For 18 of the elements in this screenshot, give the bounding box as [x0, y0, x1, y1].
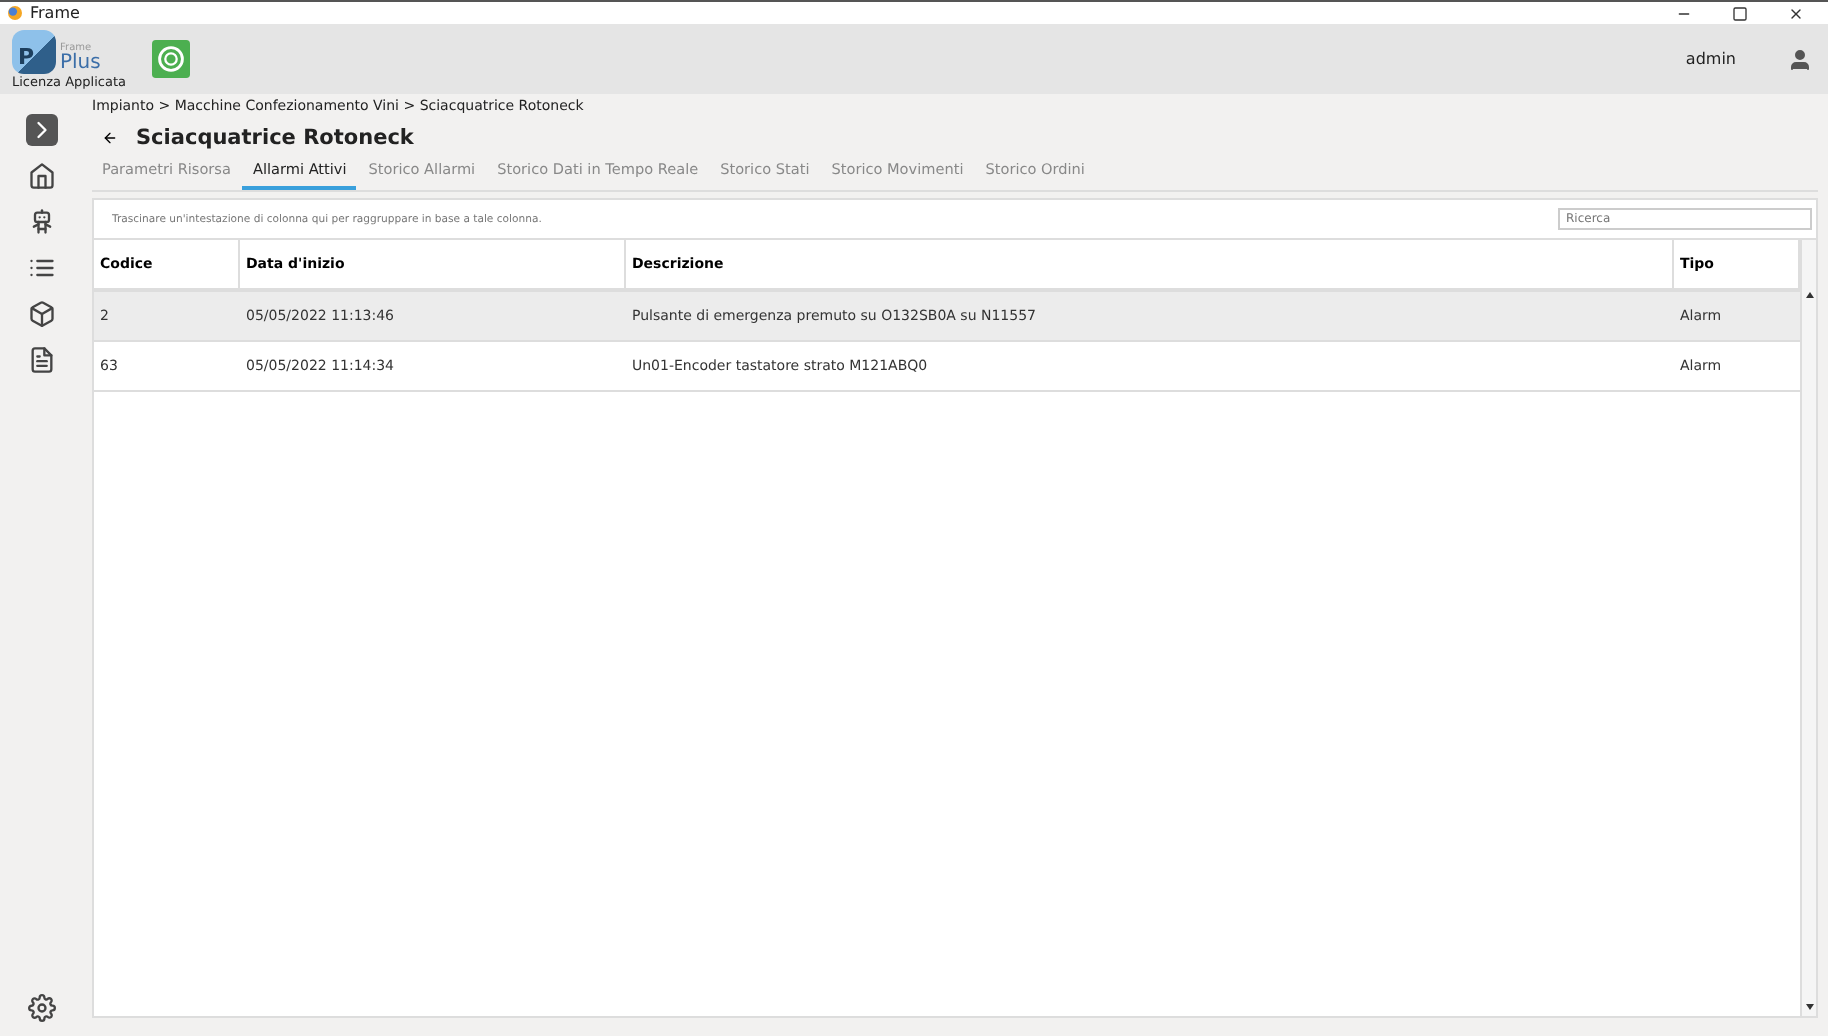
target-logo-icon: [152, 40, 190, 78]
logo-text: Plus: [60, 53, 101, 73]
restore-icon[interactable]: [1732, 5, 1748, 21]
app-logo-icon: [8, 6, 22, 20]
window-title: Frame: [30, 4, 80, 22]
home-icon[interactable]: [25, 160, 57, 192]
close-icon[interactable]: [1788, 5, 1804, 21]
user-name: admin: [1685, 50, 1736, 68]
settings-icon[interactable]: [25, 992, 57, 1024]
scroll-bar[interactable]: [1800, 240, 1816, 1016]
scroll-up-icon[interactable]: [1805, 292, 1813, 298]
expand-button[interactable]: [25, 114, 57, 146]
box-icon[interactable]: [25, 298, 57, 330]
user-icon[interactable]: [1788, 47, 1812, 71]
back-icon[interactable]: [102, 130, 118, 146]
scroll-down-icon[interactable]: [1805, 1004, 1813, 1010]
page-title: Sciacquatrice Rotoneck: [136, 126, 414, 150]
logo: P: [12, 29, 56, 73]
